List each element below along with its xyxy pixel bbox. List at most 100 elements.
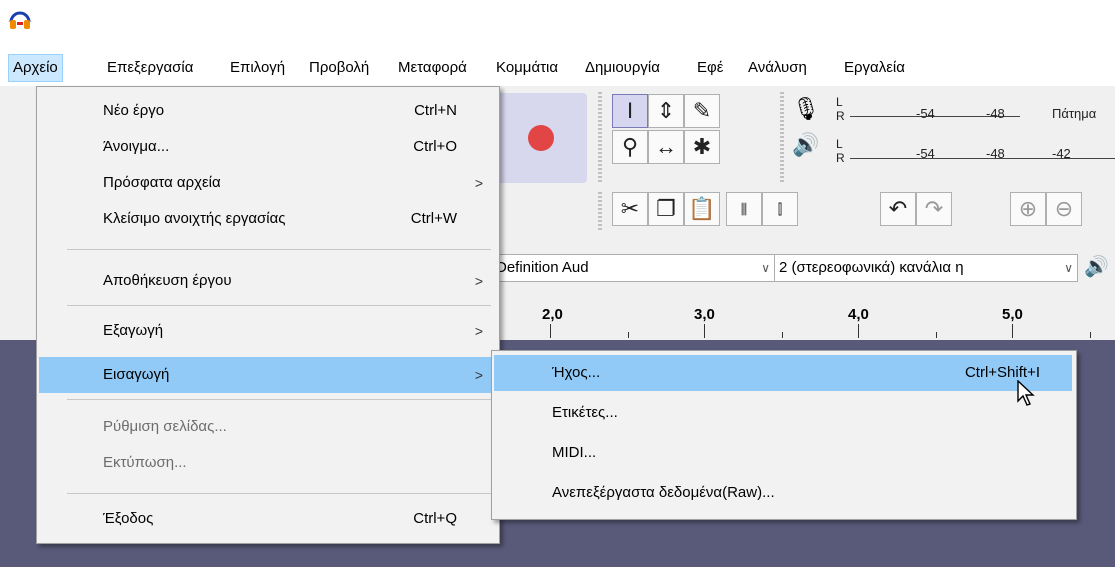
channels-select[interactable]: 2 (στερεοφωνικά) κανάλια η ∨ [774, 254, 1078, 282]
record-button[interactable] [528, 125, 554, 151]
menu-separator [67, 399, 491, 400]
audio-host-value: Definition Aud [496, 259, 589, 276]
ruler-tick [550, 324, 551, 338]
paste-icon[interactable]: 📋 [684, 192, 720, 226]
timeshift-icon[interactable]: ↔ [648, 130, 684, 164]
menu-item-label: Άνοιγμα... [103, 138, 170, 155]
ruler-tick [782, 332, 783, 338]
menu-effect[interactable]: Εφέ [693, 54, 727, 82]
menu-item-export[interactable]: Εξαγωγή > [39, 313, 495, 349]
channel-right-label: R [836, 109, 845, 123]
meter-tick-label: -54 [916, 146, 935, 161]
menu-analyze[interactable]: Ανάλυση [744, 54, 811, 82]
menu-separator [67, 493, 491, 494]
microphone-icon[interactable]: 🎙 [792, 96, 820, 122]
menu-item-import-midi[interactable]: MIDI... [494, 435, 1072, 471]
envelope-icon[interactable]: ⇕ [648, 94, 684, 128]
menu-transport[interactable]: Μεταφορά [394, 54, 471, 82]
multi-tool-icon[interactable]: ✱ [684, 130, 720, 164]
cut-icon[interactable]: ✂ [612, 192, 648, 226]
channels-value: 2 (στερεοφωνικά) κανάλια η [779, 259, 964, 276]
menu-item-shortcut: Ctrl+Q [413, 510, 457, 527]
menu-item-label: Ήχος... [552, 364, 601, 381]
ruler-tick [1012, 324, 1013, 338]
menu-item-label: Ετικέτες... [552, 404, 618, 421]
toolbar-grip[interactable] [598, 92, 602, 182]
chevron-down-icon: ∨ [1064, 261, 1073, 275]
import-submenu: Ήχος... Ctrl+Shift+I Ετικέτες... MIDI...… [491, 350, 1077, 520]
menu-item-shortcut: Ctrl+N [414, 102, 457, 119]
menu-item-shortcut: Ctrl+W [410, 210, 457, 227]
playback-meter[interactable] [850, 158, 1115, 159]
menu-item-label: Εκτύπωση... [103, 454, 187, 471]
meter-tick-label: -54 [916, 106, 935, 121]
ruler-tick [858, 324, 859, 338]
ruler-tick [628, 332, 629, 338]
device-toolbar: Definition Aud ∨ 2 (στερεοφωνικά) κανάλι… [492, 250, 1115, 282]
ruler-label: 3,0 [694, 306, 715, 323]
ibeam-icon[interactable]: I [612, 94, 648, 128]
meter-tick-label: -48 [986, 106, 1005, 121]
submenu-arrow-icon: > [474, 175, 483, 191]
menu-item-label: Νέο έργο [103, 102, 165, 119]
menu-edit[interactable]: Επεξεργασία [103, 54, 197, 82]
toolbar-grip[interactable] [598, 192, 602, 232]
menu-file[interactable]: Αρχείο [8, 54, 63, 82]
channel-left-label: L [836, 95, 843, 109]
menu-item-label: Πρόσφατα αρχεία [103, 174, 221, 191]
silence-icon[interactable]: ⫿ [762, 192, 798, 226]
ruler-tick [1090, 332, 1091, 338]
zoom-in-icon[interactable]: ⊕ [1010, 192, 1046, 226]
timeline-ruler[interactable]: 2,0 3,0 4,0 5,0 [492, 298, 1115, 341]
submenu-arrow-icon: > [474, 367, 483, 383]
undo-icon[interactable]: ↶ [880, 192, 916, 226]
ruler-tick [704, 324, 705, 338]
menu-item-recent-files[interactable]: Πρόσφατα αρχεία > [39, 165, 495, 201]
menu-item-close[interactable]: Κλείσιμο ανοιχτής εργασίας Ctrl+W [39, 201, 495, 237]
menu-view[interactable]: Προβολή [305, 54, 373, 82]
menu-item-import-audio[interactable]: Ήχος... Ctrl+Shift+I [494, 355, 1072, 391]
zoom-out-icon[interactable]: ⊖ [1046, 192, 1082, 226]
menu-tracks[interactable]: Κομμάτια [492, 54, 562, 82]
mouse-cursor-icon [1017, 380, 1035, 406]
channel-left-label: L [836, 137, 843, 151]
menu-item-label: Εξαγωγή [103, 322, 164, 339]
toolbar-grip[interactable] [780, 92, 784, 182]
menu-item-page-setup: Ρύθμιση σελίδας... [39, 409, 495, 445]
menu-tools[interactable]: Εργαλεία [840, 54, 909, 82]
ruler-tick [936, 332, 937, 338]
speaker-icon[interactable]: 🔊 [792, 132, 819, 158]
audacity-headphones-icon [9, 11, 31, 29]
menu-item-label: MIDI... [552, 444, 597, 461]
ruler-label: 2,0 [542, 306, 563, 323]
menu-separator [67, 305, 491, 306]
menu-item-shortcut: Ctrl+O [413, 138, 457, 155]
file-menu-dropdown: Νέο έργο Ctrl+N Άνοιγμα... Ctrl+O Πρόσφα… [36, 86, 500, 544]
menu-item-new-project[interactable]: Νέο έργο Ctrl+N [39, 93, 495, 129]
pencil-icon[interactable]: ✎ [684, 94, 720, 128]
menu-item-label: Εισαγωγή [103, 366, 170, 383]
trim-icon[interactable]: ⫼ [726, 192, 762, 226]
menu-generate[interactable]: Δημιουργία [581, 54, 664, 82]
submenu-arrow-icon: > [474, 323, 483, 339]
submenu-arrow-icon: > [474, 273, 483, 289]
meter-click-hint: Πάτημα [1052, 106, 1097, 121]
copy-icon[interactable]: ❐ [648, 192, 684, 226]
menu-item-save-project[interactable]: Αποθήκευση έργου > [39, 263, 495, 299]
speaker-icon[interactable]: 🔊 [1084, 254, 1109, 279]
menu-item-exit[interactable]: Έξοδος Ctrl+Q [39, 501, 495, 537]
menu-item-label: Αποθήκευση έργου [103, 272, 232, 289]
menu-item-import-labels[interactable]: Ετικέτες... [494, 395, 1072, 431]
menu-item-import-raw[interactable]: Ανεπεξέργαστα δεδομένα(Raw)... [494, 475, 1072, 511]
menu-select[interactable]: Επιλογή [226, 54, 289, 82]
menu-item-import[interactable]: Εισαγωγή > [39, 357, 495, 393]
audio-host-select[interactable]: Definition Aud ∨ [492, 254, 775, 282]
redo-icon[interactable]: ↷ [916, 192, 952, 226]
menu-item-label: Ανεπεξέργαστα δεδομένα(Raw)... [552, 484, 775, 501]
menu-item-label: Ρύθμιση σελίδας... [103, 418, 227, 435]
chevron-down-icon: ∨ [761, 261, 770, 275]
menu-item-label: Κλείσιμο ανοιχτής εργασίας [103, 210, 286, 227]
menu-item-open[interactable]: Άνοιγμα... Ctrl+O [39, 129, 495, 165]
menu-item-print: Εκτύπωση... [39, 445, 495, 481]
zoom-icon[interactable]: ⚲ [612, 130, 648, 164]
